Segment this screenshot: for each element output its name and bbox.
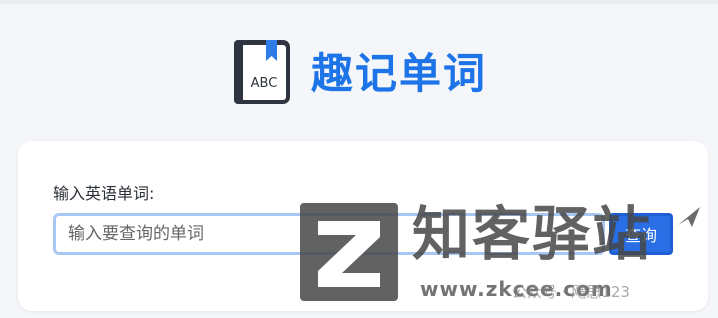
header: ABC 趣记单词 bbox=[0, 34, 718, 110]
app-title: 趣记单词 bbox=[310, 49, 487, 98]
logo-text: ABC bbox=[251, 76, 278, 91]
search-button[interactable]: 查询 bbox=[609, 213, 673, 255]
word-input-label: 输入英语单词: bbox=[53, 184, 155, 203]
search-card: 输入英语单词: 查询 bbox=[18, 141, 708, 311]
word-input[interactable] bbox=[53, 213, 605, 255]
top-strip bbox=[0, 0, 718, 4]
book-icon: ABC bbox=[233, 40, 290, 104]
